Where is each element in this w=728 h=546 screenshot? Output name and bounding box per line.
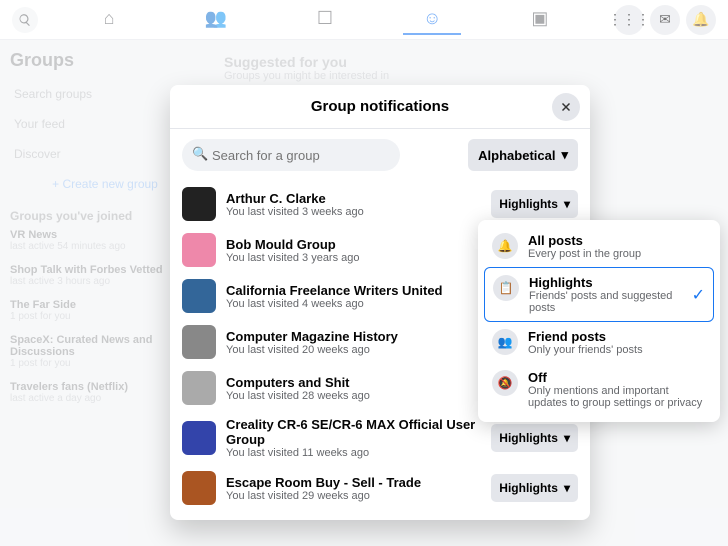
option-icon: 🔕: [492, 370, 518, 396]
group-name: Escape Room Buy - Sell - Trade: [226, 475, 481, 490]
chevron-down-icon: ▾: [564, 481, 570, 495]
group-name: Computer Magazine History: [226, 329, 481, 344]
modal-header: Group notifications: [170, 85, 590, 129]
notification-setting-button[interactable]: Highlights▾: [491, 190, 578, 218]
option-icon: 🔔: [492, 233, 518, 259]
sort-label: Alphabetical: [478, 148, 555, 163]
option-sub: Every post in the group: [528, 248, 706, 260]
chevron-down-icon: ▾: [564, 197, 570, 211]
group-sub: You last visited 29 weeks ago: [226, 490, 481, 502]
group-name: Creality CR-6 SE/CR-6 MAX Official User …: [226, 417, 481, 447]
group-thumbnail: [182, 187, 216, 221]
group-name: Arthur C. Clarke: [226, 191, 481, 206]
search-input[interactable]: [182, 139, 400, 171]
group-thumbnail: [182, 325, 216, 359]
dropdown-option[interactable]: 📋 HighlightsFriends' posts and suggested …: [484, 267, 714, 322]
group-sub: You last visited 3 years ago: [226, 252, 481, 264]
group-name: Computers and Shit: [226, 375, 481, 390]
group-thumbnail: [182, 421, 216, 455]
notification-setting-button[interactable]: Highlights▾: [491, 424, 578, 452]
group-name: Bob Mould Group: [226, 237, 481, 252]
chevron-down-icon: ▾: [564, 431, 570, 445]
option-sub: Friends' posts and suggested posts: [529, 290, 682, 314]
modal-title: Group notifications: [311, 98, 449, 115]
close-icon: [559, 100, 573, 114]
group-sub: You last visited 28 weeks ago: [226, 390, 481, 402]
notification-dropdown: 🔔 All postsEvery post in the group 📋 Highli…: [478, 220, 720, 422]
option-title: Highlights: [529, 275, 682, 290]
option-sub: Only mentions and important updates to g…: [528, 385, 706, 409]
group-thumbnail: [182, 471, 216, 505]
group-sub: You last visited 4 weeks ago: [226, 298, 481, 310]
group-row: Escape Room Buy - Sell - TradeYou last v…: [182, 465, 578, 511]
dropdown-option[interactable]: 🔔 All postsEvery post in the group: [484, 226, 714, 267]
option-title: Friend posts: [528, 329, 706, 344]
notification-setting-button[interactable]: Highlights▾: [491, 474, 578, 502]
option-icon: 📋: [493, 275, 519, 301]
option-title: All posts: [528, 233, 706, 248]
option-icon: 👥: [492, 329, 518, 355]
group-thumbnail: [182, 233, 216, 267]
group-sub: You last visited 20 weeks ago: [226, 344, 481, 356]
close-button[interactable]: [552, 93, 580, 121]
group-sub: You last visited 11 weeks ago: [226, 447, 481, 459]
search-icon: 🔍: [192, 146, 208, 162]
group-thumbnail: [182, 279, 216, 313]
group-thumbnail: [182, 371, 216, 405]
group-name: California Freelance Writers United: [226, 283, 481, 298]
chevron-down-icon: ▾: [561, 147, 568, 163]
dropdown-option[interactable]: 👥 Friend postsOnly your friends' posts: [484, 322, 714, 363]
dropdown-option[interactable]: 🔕 OffOnly mentions and important updates …: [484, 363, 714, 416]
sort-button[interactable]: Alphabetical ▾: [468, 139, 578, 171]
option-title: Off: [528, 370, 706, 385]
check-icon: ✓: [692, 285, 705, 305]
group-sub: You last visited 3 weeks ago: [226, 206, 481, 218]
modal-search-row: 🔍 Alphabetical ▾: [170, 129, 590, 181]
option-sub: Only your friends' posts: [528, 344, 706, 356]
